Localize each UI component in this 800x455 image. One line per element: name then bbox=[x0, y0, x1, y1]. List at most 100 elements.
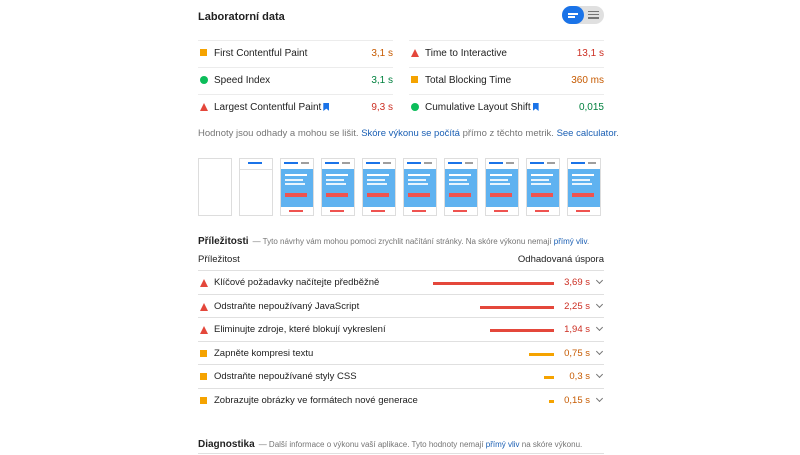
lab-data-header: Laboratorní data bbox=[198, 0, 604, 34]
savings-value: 3,69 s bbox=[564, 277, 590, 288]
chevron-down-icon[interactable] bbox=[595, 394, 604, 402]
pass-circle-icon bbox=[200, 76, 208, 84]
status-icon bbox=[200, 302, 208, 311]
status-icon bbox=[200, 373, 207, 380]
opportunity-row[interactable]: Odstraňte nepoužívaný JavaScript 2,25 s bbox=[198, 293, 604, 318]
savings-value: 2,25 s bbox=[564, 300, 590, 312]
chevron-down-icon[interactable] bbox=[595, 300, 604, 308]
bookmark-icon[interactable] bbox=[532, 103, 539, 111]
average-square-icon bbox=[200, 373, 207, 380]
diagnostics-desc-suffix: na skóre výkonu. bbox=[519, 440, 583, 449]
fail-triangle-icon bbox=[200, 326, 208, 334]
diagnostics-desc-text: — Další informace o výkonu vaší aplikace… bbox=[258, 440, 486, 449]
metric-value: 9,3 s bbox=[371, 102, 393, 113]
savings-bar bbox=[549, 399, 554, 403]
chevron-down-icon[interactable] bbox=[595, 323, 604, 332]
opportunities-desc-text: — Tyto návrhy vám mohou pomoci zrychlit … bbox=[252, 237, 554, 246]
filmstrip bbox=[198, 158, 604, 216]
chevron-down-icon[interactable] bbox=[595, 370, 604, 379]
metric-item: Cumulative Layout Shift 0,015 bbox=[409, 94, 604, 121]
status-icon bbox=[411, 103, 419, 111]
metric-item: Speed Index 3,1 s bbox=[198, 67, 393, 94]
metric-value: 0,015 bbox=[578, 102, 604, 113]
status-icon bbox=[200, 349, 207, 357]
note-prefix: Hodnoty jsou odhady a mohou se lišit. bbox=[198, 128, 362, 139]
opportunity-row[interactable]: Klíčové požadavky načítejte předběžně 3,6… bbox=[198, 270, 604, 294]
opportunity-label: Eliminujte zdroje, které blokují vykresl… bbox=[214, 324, 386, 335]
metric-label: Total Blocking Time bbox=[425, 75, 512, 86]
metric-value: 360 ms bbox=[571, 75, 604, 86]
filmstrip-frame bbox=[485, 158, 519, 216]
metric-value: 3,1 s bbox=[371, 75, 393, 86]
savings-bar bbox=[480, 305, 554, 309]
filmstrip-frame bbox=[403, 158, 437, 216]
filmstrip-frame bbox=[239, 158, 273, 216]
metric-item: First Contentful Paint 3,1 s bbox=[198, 40, 393, 67]
metric-label: Cumulative Layout Shift bbox=[425, 102, 539, 113]
status-icon bbox=[411, 49, 419, 57]
savings-bar bbox=[490, 329, 554, 332]
metrics-view-toggle[interactable] bbox=[562, 6, 604, 24]
diagnostics-direct-impact-link[interactable]: přímý vliv bbox=[486, 440, 520, 449]
diagnostics-description: — Další informace o výkonu vaší aplikace… bbox=[259, 440, 583, 449]
status-icon bbox=[200, 76, 208, 84]
savings-value: 0,15 s bbox=[564, 394, 590, 406]
status-icon bbox=[200, 103, 208, 111]
opportunity-label: Klíčové požadavky načítejte předběžně bbox=[214, 277, 380, 288]
savings-value: 1,94 s bbox=[564, 324, 590, 335]
filmstrip-frame bbox=[321, 158, 355, 216]
filmstrip-frame bbox=[198, 158, 232, 216]
status-icon bbox=[200, 49, 207, 56]
metric-value: 3,1 s bbox=[371, 48, 393, 59]
opportunity-row[interactable]: Odstraňte nepoužívané styly CSS 0,3 s bbox=[198, 364, 604, 388]
opportunity-label: Odstraňte nepoužívaný JavaScript bbox=[214, 300, 360, 312]
bookmark-icon[interactable] bbox=[323, 103, 330, 111]
opportunity-row[interactable]: Zapněte kompresi textu 0,75 s bbox=[198, 340, 604, 365]
pass-circle-icon bbox=[411, 103, 419, 111]
filmstrip-frame bbox=[526, 158, 560, 216]
list-icon[interactable] bbox=[588, 11, 599, 19]
metric-label: Speed Index bbox=[214, 75, 271, 86]
bars-icon[interactable] bbox=[562, 6, 584, 24]
filmstrip-frame bbox=[444, 158, 478, 216]
lab-data-title: Laboratorní data bbox=[198, 11, 285, 23]
average-square-icon bbox=[200, 49, 207, 56]
opportunity-label: Odstraňte nepoužívané styly CSS bbox=[214, 371, 357, 382]
metric-item: Total Blocking Time 360 ms bbox=[409, 67, 604, 94]
savings-bar bbox=[433, 282, 554, 285]
savings-value: 0,3 s bbox=[569, 371, 590, 382]
opportunity-label: Zapněte kompresi textu bbox=[214, 347, 314, 359]
score-calculation-link[interactable]: Skóre výkonu se počítá bbox=[361, 128, 460, 139]
divider bbox=[198, 453, 604, 454]
opportunity-label: Zobrazujte obrázky ve formátech nové gen… bbox=[214, 394, 418, 406]
metric-item: Time to Interactive 13,1 s bbox=[409, 40, 604, 67]
opportunities-columns: Příležitost Odhadovaná úspora bbox=[198, 254, 604, 270]
column-estimated-savings: Odhadovaná úspora bbox=[517, 254, 604, 265]
note-suffix: . bbox=[616, 128, 619, 139]
fail-triangle-icon bbox=[200, 302, 208, 311]
opportunities-title: Příležitosti bbox=[198, 236, 249, 247]
note-middle: přímo z těchto metrik. bbox=[459, 128, 557, 139]
metric-label: Time to Interactive bbox=[425, 48, 507, 59]
diagnostics-header: Diagnostika — Další informace o výkonu va… bbox=[198, 434, 582, 452]
metric-value: 13,1 s bbox=[576, 48, 604, 59]
direct-impact-link[interactable]: přímý vliv bbox=[554, 237, 587, 246]
opportunities-desc-suffix: . bbox=[586, 237, 590, 246]
filmstrip-frame bbox=[567, 158, 601, 216]
chevron-down-icon[interactable] bbox=[595, 347, 604, 355]
opportunity-row[interactable]: Zobrazujte obrázky ve formátech nové gen… bbox=[198, 387, 604, 412]
fail-triangle-icon bbox=[411, 49, 419, 57]
average-square-icon bbox=[200, 349, 207, 357]
opportunities-header: Příležitosti — Tyto návrhy vám mohou pomo… bbox=[198, 231, 589, 249]
chevron-down-icon[interactable] bbox=[595, 276, 604, 285]
fail-triangle-icon bbox=[200, 103, 208, 111]
metric-item: Largest Contentful Paint 9,3 s bbox=[198, 94, 393, 121]
status-icon bbox=[200, 279, 208, 287]
see-calculator-link[interactable]: See calculator bbox=[557, 128, 617, 139]
status-icon bbox=[200, 396, 207, 404]
diagnostics-title: Diagnostika bbox=[198, 439, 255, 450]
status-icon bbox=[411, 76, 418, 83]
fail-triangle-icon bbox=[200, 279, 208, 287]
opportunity-row[interactable]: Eliminujte zdroje, které blokují vykresl… bbox=[198, 317, 604, 341]
average-square-icon bbox=[411, 76, 418, 83]
